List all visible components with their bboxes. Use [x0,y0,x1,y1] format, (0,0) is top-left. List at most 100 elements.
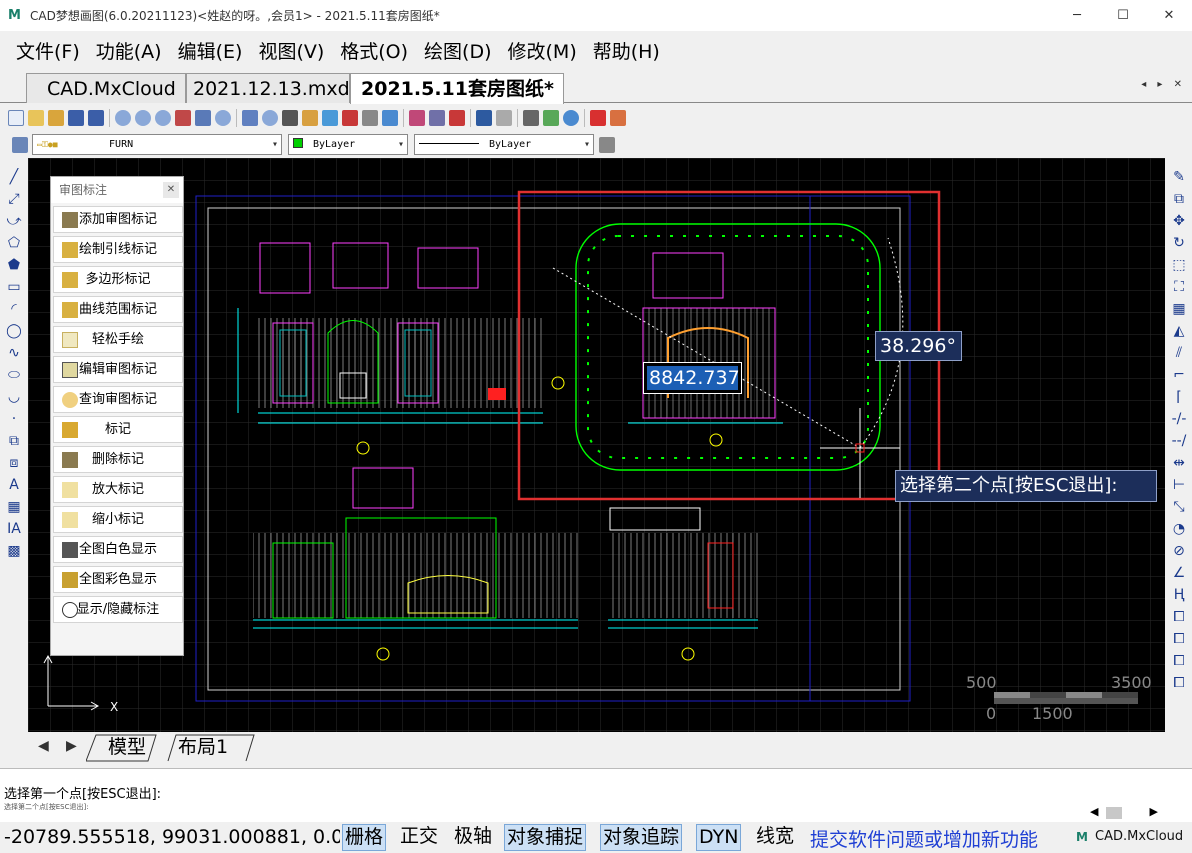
mtext-icon[interactable]: IA [0,518,28,540]
arc-icon[interactable]: ◜ [0,298,28,320]
print-icon[interactable] [523,110,539,126]
tab-cad-mxcloud[interactable]: CAD.MxCloud [26,73,186,103]
polar-toggle[interactable]: 极轴 [452,824,494,851]
freehand-button[interactable]: 轻松手绘 [53,326,183,353]
menu-edit[interactable]: 编辑(E) [170,37,251,64]
insert-block-icon[interactable]: ⧈ [0,452,28,474]
menu-view[interactable]: 视图(V) [250,37,332,64]
line-icon[interactable]: ╱ [0,166,28,188]
draw-order-above-icon[interactable]: ⧠ [1166,650,1192,672]
color-display-button[interactable]: 全图彩色显示 [53,566,183,593]
pdf-icon[interactable] [590,110,606,126]
leader-icon[interactable]: Ⱨ [1166,584,1192,606]
zoom-realtime-icon[interactable] [115,110,131,126]
mark-button[interactable]: 标记 [53,416,183,443]
plugin-icon[interactable] [543,110,559,126]
distance-input[interactable]: 8842.737 [643,362,742,394]
new-file-icon[interactable] [8,110,24,126]
edit-review-mark-button[interactable]: 编辑审图标记 [53,356,183,383]
menu-help[interactable]: 帮助(H) [585,37,668,64]
toggle-annotation-button[interactable]: 显示/隐藏标注 [53,596,183,623]
export-image-icon[interactable] [610,110,626,126]
polygon-icon[interactable]: ⬠ [0,232,28,254]
color-combo[interactable]: ByLayer ▾ [288,134,408,155]
menu-draw[interactable]: 绘图(D) [416,37,499,64]
block-icon[interactable]: ⧉ [0,430,28,452]
menu-format[interactable]: 格式(O) [332,37,416,64]
paint-icon[interactable] [322,110,338,126]
match-icon[interactable] [429,110,445,126]
ellipse-icon[interactable]: ⬭ [0,364,28,386]
hatch-icon[interactable]: ▩ [0,540,28,562]
dim-aligned-icon[interactable]: ⤡ [1166,496,1192,518]
redo-icon[interactable] [496,110,512,126]
otrack-toggle[interactable]: 对象追踪 [600,824,683,851]
move-icon[interactable]: ✥ [1166,210,1192,232]
erase-icon[interactable] [449,110,465,126]
lineweight-icon[interactable] [599,137,615,153]
draw-order-back-icon[interactable]: ⧠ [1166,628,1192,650]
rectangle-icon[interactable]: ▭ [0,276,28,298]
zoom-previous-icon[interactable] [215,110,231,126]
open-folder-icon[interactable] [28,110,44,126]
menu-file[interactable]: 文件(F) [8,37,88,64]
polygon-mark-button[interactable]: 多边形标记 [53,266,183,293]
maximize-button[interactable]: ☐ [1100,0,1146,31]
ellipse-arc-icon[interactable]: ◡ [0,386,28,408]
query-review-mark-button[interactable]: 查询审图标记 [53,386,183,413]
fillet-icon[interactable]: ⌐ [1166,364,1192,386]
scale-icon[interactable]: ⬚ [1166,254,1192,276]
zoom-extents-icon[interactable] [155,110,171,126]
feedback-link[interactable]: 提交软件问题或增加新功能 [810,825,1038,852]
scroll-thumb[interactable] [1106,807,1122,819]
array-icon[interactable]: ▦ [1166,298,1192,320]
grid-toggle[interactable]: 栅格 [342,824,387,851]
add-review-mark-button[interactable]: 添加审图标记 [53,206,183,233]
zoom-window-icon[interactable] [135,110,151,126]
enlarge-mark-button[interactable]: 放大标记 [53,476,183,503]
horizontal-scrollbar[interactable]: ◀ ▶ [1090,805,1158,821]
circle-icon[interactable]: ◯ [0,320,28,342]
mirror-icon[interactable]: ◭ [1166,320,1192,342]
magnify-icon[interactable] [262,110,278,126]
copy-icon[interactable]: ⧉ [1166,188,1192,210]
undo-icon[interactable] [476,110,492,126]
menu-modify[interactable]: 修改(M) [500,37,585,64]
image-icon[interactable] [382,110,398,126]
tab-2021-12-13[interactable]: 2021.12.13.mxd [186,73,350,103]
pentagon-icon[interactable]: ⬟ [0,254,28,276]
open-recent-icon[interactable] [48,110,64,126]
move-cross-icon[interactable] [282,110,298,126]
layer-combo[interactable]: ▭⚿●■ FURN ▾ [32,134,282,155]
draw-order-below-icon[interactable]: ⧠ [1166,672,1192,694]
stretch-icon[interactable]: ⛶ [1166,276,1192,298]
dim-radius-icon[interactable]: ◔ [1166,518,1192,540]
offset-icon[interactable]: ⫽ [1166,342,1192,364]
scroll-left-icon[interactable]: ◀ [1090,805,1098,818]
next-layout-icon[interactable]: ▶ [66,738,77,754]
pan-icon[interactable] [175,110,191,126]
close-icon[interactable]: ✕ [163,182,179,198]
shrink-mark-button[interactable]: 缩小标记 [53,506,183,533]
table-icon[interactable]: ▦ [0,496,28,518]
osnap-toggle[interactable]: 对象捕捉 [504,824,587,851]
scroll-right-icon[interactable]: ▶ [1150,805,1158,818]
chamfer-icon[interactable]: ⌈ [1166,386,1192,408]
spline-icon[interactable]: ∿ [0,342,28,364]
dim-angle-icon[interactable]: ∠ [1166,562,1192,584]
prev-layout-icon[interactable]: ◀ [38,738,49,754]
ucs-icon[interactable] [195,110,211,126]
linetype-combo[interactable]: ByLayer ▾ [414,134,594,155]
curve-range-mark-button[interactable]: 曲线范围标记 [53,296,183,323]
draw-leader-mark-button[interactable]: 绘制引线标记 [53,236,183,263]
drawing-canvas[interactable]: X 500 3500 0 1500 [28,158,1165,732]
delete-mark-button[interactable]: 删除标记 [53,446,183,473]
point-icon[interactable]: · [0,408,28,430]
properties-icon[interactable] [409,110,425,126]
menu-function[interactable]: 功能(A) [88,37,170,64]
polyline-icon[interactable]: ⤻ [0,210,28,232]
tab-scroll-arrows[interactable]: ◂ ▸ ✕ [1141,79,1186,90]
dyn-toggle[interactable]: DYN [696,824,742,851]
text-icon[interactable]: A [0,474,28,496]
dim-diameter-icon[interactable]: ⊘ [1166,540,1192,562]
